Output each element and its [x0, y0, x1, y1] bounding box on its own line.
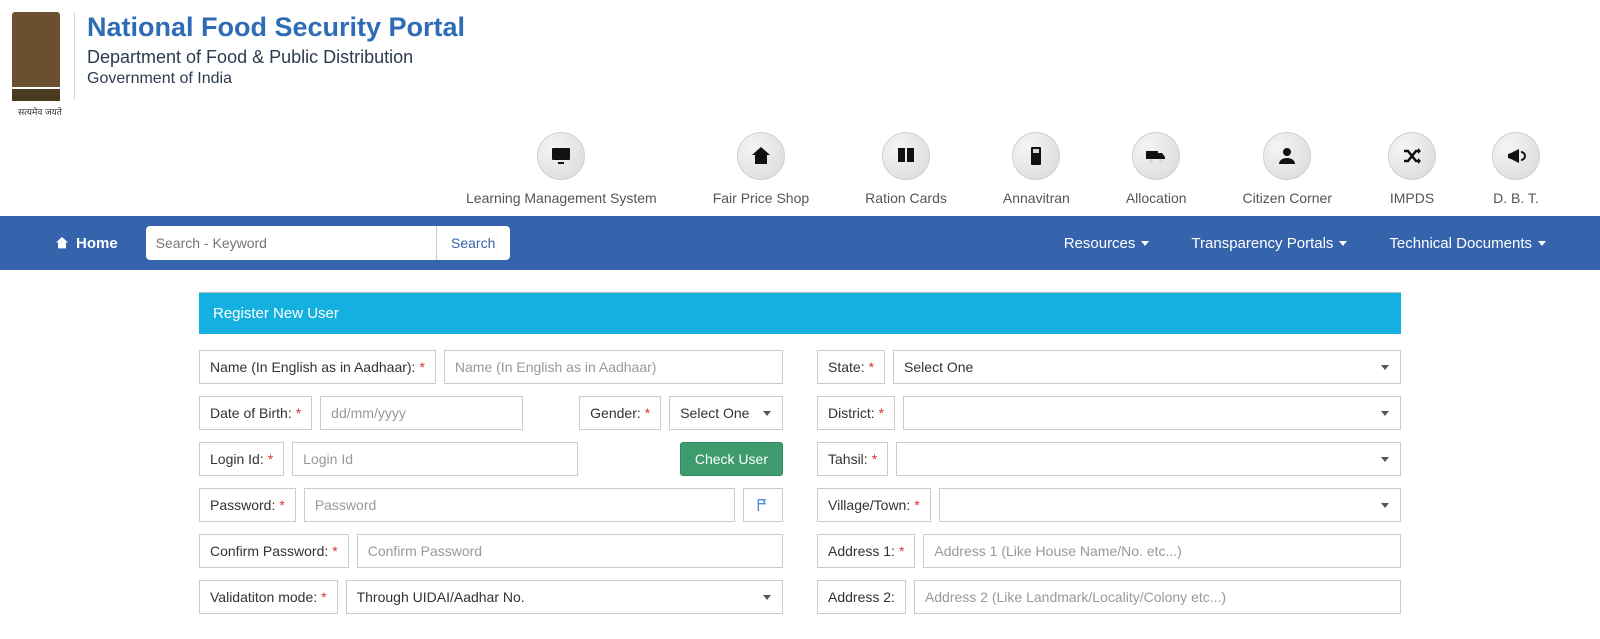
state-label: State:* [817, 350, 885, 384]
gender-select[interactable]: Select One [669, 396, 783, 430]
name-input[interactable] [444, 350, 783, 384]
house-icon [737, 132, 785, 180]
truck-icon [1132, 132, 1180, 180]
icon-nav: Learning Management System Fair Price Sh… [0, 128, 1600, 216]
subtitle2: Government of India [87, 70, 465, 88]
header: सत्यमेव जयते National Food Security Port… [0, 0, 1600, 128]
tahsil-label: Tahsil:* [817, 442, 888, 476]
menu-technical-docs[interactable]: Technical Documents [1389, 235, 1546, 252]
address1-input[interactable] [923, 534, 1401, 568]
home-link[interactable]: Home [54, 235, 118, 252]
nav-annavitran[interactable]: Annavitran [1003, 132, 1070, 206]
titles: National Food Security Portal Department… [87, 12, 465, 88]
book-icon [882, 132, 930, 180]
search-wrap: Search [146, 226, 510, 260]
validation-mode-select[interactable]: Through UIDAI/Aadhar No. [346, 580, 783, 614]
search-input[interactable] [146, 226, 436, 260]
confirm-password-label: Confirm Password:* [199, 534, 349, 568]
address1-label: Address 1:* [817, 534, 915, 568]
monitor-icon [537, 132, 585, 180]
form-area: Name (In English as in Aadhaar):* Date o… [199, 334, 1401, 614]
search-button[interactable]: Search [436, 226, 510, 260]
emblem-icon [12, 12, 60, 87]
shuffle-icon [1388, 132, 1436, 180]
nav-fair-price-shop[interactable]: Fair Price Shop [713, 132, 809, 206]
address2-input[interactable] [914, 580, 1401, 614]
megaphone-icon [1492, 132, 1540, 180]
nav-label: Citizen Corner [1243, 190, 1332, 206]
menu-label: Resources [1064, 235, 1136, 252]
confirm-password-input[interactable] [357, 534, 783, 568]
panel-title: Register New User [199, 292, 1401, 334]
nav-label: Annavitran [1003, 190, 1070, 206]
nav-label: Ration Cards [865, 190, 947, 206]
district-select[interactable] [903, 396, 1401, 430]
nav-label: Fair Price Shop [713, 190, 809, 206]
nav-label: Learning Management System [466, 190, 657, 206]
login-input[interactable] [292, 442, 578, 476]
village-select[interactable] [939, 488, 1401, 522]
tahsil-select[interactable] [896, 442, 1401, 476]
village-label: Village/Town:* [817, 488, 931, 522]
menu-resources[interactable]: Resources [1064, 235, 1150, 252]
person-icon [1263, 132, 1311, 180]
subtitle1: Department of Food & Public Distribution [87, 47, 465, 68]
nav-lms[interactable]: Learning Management System [466, 132, 657, 206]
home-icon [54, 235, 70, 251]
district-label: District:* [817, 396, 895, 430]
main-nav-bar: Home Search Resources Transparency Porta… [0, 216, 1600, 270]
password-input[interactable] [304, 488, 735, 522]
home-label: Home [76, 235, 118, 252]
site-title: National Food Security Portal [87, 12, 465, 43]
nav-citizen-corner[interactable]: Citizen Corner [1243, 132, 1332, 206]
chevron-down-icon [1538, 241, 1546, 246]
flag-icon[interactable] [743, 488, 783, 522]
menu-transparency[interactable]: Transparency Portals [1191, 235, 1347, 252]
nav-dbt[interactable]: D. B. T. [1492, 132, 1540, 206]
right-column: State:* Select One District:* Tahsil:* V… [817, 350, 1401, 614]
emblem-wrap: सत्यमेव जयते [12, 12, 68, 118]
dob-input[interactable] [320, 396, 523, 430]
validation-mode-label: Validatiton mode:* [199, 580, 338, 614]
nav-ration-cards[interactable]: Ration Cards [865, 132, 947, 206]
nav-label: D. B. T. [1493, 190, 1539, 206]
nav-impds[interactable]: IMPDS [1388, 132, 1436, 206]
name-label: Name (In English as in Aadhaar):* [199, 350, 436, 384]
menu-label: Transparency Portals [1191, 235, 1333, 252]
nav-allocation[interactable]: Allocation [1126, 132, 1187, 206]
password-label: Password:* [199, 488, 296, 522]
nav-label: IMPDS [1390, 190, 1434, 206]
dob-label: Date of Birth:* [199, 396, 312, 430]
content: Register New User Name (In English as in… [195, 292, 1405, 614]
chevron-down-icon [1339, 241, 1347, 246]
left-column: Name (In English as in Aadhaar):* Date o… [199, 350, 783, 614]
chevron-down-icon [1141, 241, 1149, 246]
gender-label: Gender:* [579, 396, 661, 430]
address2-label: Address 2: [817, 580, 906, 614]
emblem-caption: सत्यमेव जयते [12, 105, 68, 118]
login-label: Login Id:* [199, 442, 284, 476]
state-select[interactable]: Select One [893, 350, 1401, 384]
nav-label: Allocation [1126, 190, 1187, 206]
pos-icon [1012, 132, 1060, 180]
check-user-button[interactable]: Check User [680, 442, 783, 476]
divider [74, 12, 75, 100]
menu-label: Technical Documents [1389, 235, 1532, 252]
